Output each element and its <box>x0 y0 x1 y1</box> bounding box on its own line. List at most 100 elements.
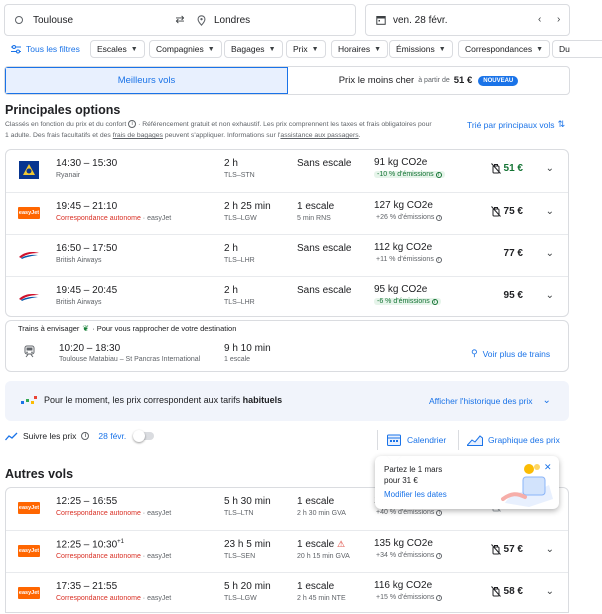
price-history-label: Afficher l'historique des prix <box>429 395 533 406</box>
flight-route: TLS–LTN <box>224 510 254 517</box>
date-suggestion-tooltip: Partez le 1 mars pour 31 € Modifier les … <box>375 456 559 509</box>
info-icon: i <box>435 257 442 263</box>
change-dates-link[interactable]: Modifier les dates <box>384 490 447 499</box>
leaf-icon: ❦ <box>82 324 90 333</box>
filter-chip-escales[interactable]: Escales ▼ <box>90 40 145 58</box>
flight-route: TLS–SEN <box>224 553 256 560</box>
flight-duration: 2 h <box>224 158 238 169</box>
desc-text: 1 adulte. Des frais facultatifs et des <box>5 132 111 139</box>
see-more-trains-link[interactable]: ⚲ Voir plus de trains <box>471 348 550 359</box>
train-times: 10:20 – 18:30 <box>59 343 121 354</box>
british-airways-logo-icon <box>19 252 39 259</box>
sort-button[interactable]: Trié par principaux vols ⇅ <box>467 119 565 130</box>
price: 57 € <box>490 544 523 555</box>
flight-row[interactable]: easyJet 12:25 – 10:30+1 Correspondance a… <box>6 530 568 571</box>
airline-name: British Airways <box>56 257 102 264</box>
search-icon: ⚲ <box>471 348 478 358</box>
flight-times: 12:25 – 16:55 <box>56 496 118 507</box>
chip-label: Compagnies <box>156 44 204 54</box>
train-row[interactable]: 10:20 – 18:30 Toulouse Matabiau – St Pan… <box>6 335 568 372</box>
info-icon: i <box>436 595 443 601</box>
price-insight-banner[interactable]: Pour le moment, les prix correspondent a… <box>5 381 569 421</box>
train-duration: 9 h 10 min <box>224 343 271 354</box>
flight-row[interactable]: 19:45 – 20:45 British Airways 2 h TLS–LH… <box>6 276 568 317</box>
filter-sliders-icon <box>11 44 21 53</box>
all-filters-label: Tous les filtres <box>26 44 80 54</box>
expand-chevron-icon[interactable]: ⌄ <box>546 163 554 174</box>
stop-detail: 2 h 45 min NTE <box>297 595 346 602</box>
expand-chevron-icon[interactable]: ⌄ <box>546 586 554 597</box>
filter-chip-bagages[interactable]: Bagages ▼ <box>224 40 283 58</box>
baggage-fees-link[interactable]: frais de bagages <box>113 132 163 139</box>
info-icon: i <box>436 553 443 559</box>
calendar-button[interactable]: Calendrier <box>387 434 446 446</box>
flight-row[interactable]: 14:30 – 15:30 Ryanair 2 h TLS–STN Sans e… <box>6 150 568 191</box>
emissions-text: +34 % d'émissions i <box>374 552 443 559</box>
tab-best-flights[interactable]: Meilleurs vols <box>5 67 288 94</box>
filter-chip-correspondances[interactable]: Correspondances ▼ <box>458 40 551 58</box>
no-carry-on-bag-icon <box>490 544 501 555</box>
filter-chip-emissions[interactable]: Émissions ▼ <box>389 40 453 58</box>
warning-icon: ⚠ <box>337 539 346 549</box>
date-prev-button[interactable]: ‹ <box>538 14 541 25</box>
chip-label: Prix <box>293 44 308 54</box>
flight-stops: 1 escale <box>297 496 335 507</box>
flight-row[interactable]: easyJet 17:35 – 21:55 Correspondance aut… <box>6 572 568 613</box>
filter-chip-duree[interactable]: Du <box>552 40 602 58</box>
flight-times: 19:45 – 20:45 <box>56 285 118 296</box>
origin-text: Toulouse <box>33 14 74 26</box>
date-content: ven. 28 févr. <box>376 5 447 35</box>
airline-name: Ryanair <box>56 172 81 179</box>
chevron-down-icon: ▼ <box>207 45 215 53</box>
british-airways-logo-icon <box>19 294 39 301</box>
trains-title: Trains à envisager <box>18 324 80 333</box>
expand-chevron-icon[interactable]: ⌄ <box>546 290 554 301</box>
airline-name: Correspondance autonome · easyJet <box>56 215 172 222</box>
filter-chip-horaires[interactable]: Horaires ▼ <box>331 40 389 58</box>
price-graph-icon <box>467 435 483 446</box>
swap-button[interactable]: ⇄ <box>171 11 189 29</box>
info-icon: i <box>436 510 443 516</box>
price-history-link[interactable]: Afficher l'historique des prix ⌄ <box>429 395 551 406</box>
close-icon[interactable]: ✕ <box>544 462 552 473</box>
emissions-text: +40 % d'émissions i <box>374 509 443 516</box>
filter-chip-prix[interactable]: Prix ▼ <box>286 40 326 58</box>
tooltip-line1: Partez le 1 mars <box>384 465 443 474</box>
flight-duration: 5 h 30 min <box>224 496 271 507</box>
info-icon: i <box>436 215 443 221</box>
track-toggle[interactable] <box>133 430 155 442</box>
filter-chip-compagnies[interactable]: Compagnies ▼ <box>149 40 222 58</box>
co2-value: 112 kg CO2e <box>374 242 433 253</box>
chip-label: Correspondances <box>465 44 533 54</box>
new-badge: NOUVEAU <box>478 75 519 86</box>
emissions-badge: -6 % d'émissions i <box>374 298 441 305</box>
price: 51 € <box>490 163 523 174</box>
calendar-label: Calendrier <box>407 435 447 445</box>
expand-chevron-icon[interactable]: ⌄ <box>546 248 554 259</box>
expand-chevron-icon[interactable]: ⌄ <box>546 206 554 217</box>
date-next-button[interactable]: › <box>557 14 560 25</box>
flight-row[interactable]: 16:50 – 17:50 British Airways 2 h TLS–LH… <box>6 234 568 275</box>
all-filters-button[interactable]: Tous les filtres <box>11 42 80 56</box>
passenger-assistance-link[interactable]: assistance aux passagers <box>280 132 358 139</box>
destination-input[interactable]: Londres <box>197 5 347 35</box>
info-icon[interactable]: i <box>128 120 137 129</box>
info-icon: i <box>435 172 442 178</box>
stop-detail: 2 h 30 min GVA <box>297 510 346 517</box>
section-description: Classés en fonction du prix et du confor… <box>5 119 455 141</box>
tab-cheapest[interactable]: Prix le moins cher à partir de 51 € NOUV… <box>288 67 569 94</box>
flight-row[interactable]: easyJet 19:45 – 21:10 Correspondance aut… <box>6 192 568 233</box>
chevron-down-icon: ⌄ <box>542 395 551 406</box>
trains-subtitle: · Pour vous rapprocher de votre destinat… <box>92 324 237 333</box>
price-graph-button[interactable]: Graphique des prix <box>467 434 560 446</box>
date-field[interactable]: ven. 28 févr. ‹ › <box>365 4 570 36</box>
stop-detail: 20 h 15 min GVA <box>297 553 350 560</box>
flight-duration: 2 h <box>224 243 238 254</box>
expand-chevron-icon[interactable]: ⌄ <box>546 544 554 555</box>
origin-input[interactable]: Toulouse <box>15 5 165 35</box>
section-title-other: Autres vols <box>5 467 74 481</box>
destination-text: Londres <box>214 14 251 26</box>
info-icon[interactable]: i <box>81 432 90 440</box>
price: 75 € <box>490 206 523 217</box>
chevron-down-icon: ▼ <box>536 45 544 53</box>
